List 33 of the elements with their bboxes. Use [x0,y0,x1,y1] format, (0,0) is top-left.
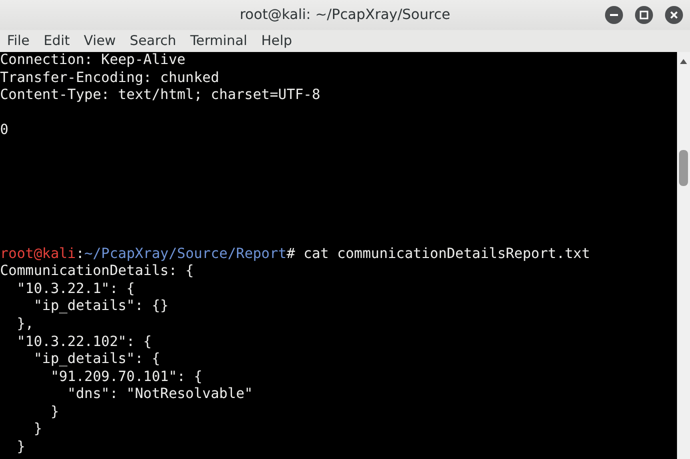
close-icon[interactable] [664,5,684,25]
menu-item[interactable]: Terminal [184,30,254,52]
terminal-line: } [32,421,44,440]
window-title: root@kali: ~/PcapXray/Source [240,6,450,24]
minimize-icon[interactable] [604,5,624,25]
terminal-line: } [16,439,26,457]
terminal-line: Content-Type: text/html; charset=UTF-8 [0,87,322,105]
scrollbar[interactable] [677,52,690,459]
maximize-icon[interactable] [634,5,654,25]
terminal-line: "ip_details": { [32,351,162,369]
prompt-path: ~/PcapXray/Source/Report [84,246,287,264]
menu-item[interactable]: Help [255,30,298,52]
terminal-line: "10.3.22.1": { [16,280,136,298]
prompt-separator: : [76,246,84,264]
terminal-line: Connection: Keep-Alive [0,52,186,70]
terminal-line: CommunicationDetails: { [0,263,195,281]
terminal-line: "10.3.22.102": { [16,334,153,352]
terminal-line: Transfer-Encoding: chunked [0,70,220,88]
scroll-up-icon[interactable] [680,59,687,64]
scrollbar-thumb[interactable] [679,150,688,186]
menu-item[interactable]: View [78,30,122,52]
terminal-line: } [50,404,60,422]
prompt-symbol: # [286,246,296,264]
terminal-line: "ip_details": {} [32,298,170,316]
terminal-line: }, [16,316,35,334]
menu-item[interactable]: Edit [38,30,76,52]
terminal-line: "dns": "NotResolvable" [66,386,254,404]
prompt-user: root@kali [0,246,76,264]
menu-item[interactable]: Search [124,30,182,52]
command-text: cat communicationDetailsReport.txt [302,246,590,264]
menu-item[interactable]: File [1,30,36,52]
terminal-line: "91.209.70.101": { [50,368,204,386]
terminal-line: 0 [0,122,10,140]
